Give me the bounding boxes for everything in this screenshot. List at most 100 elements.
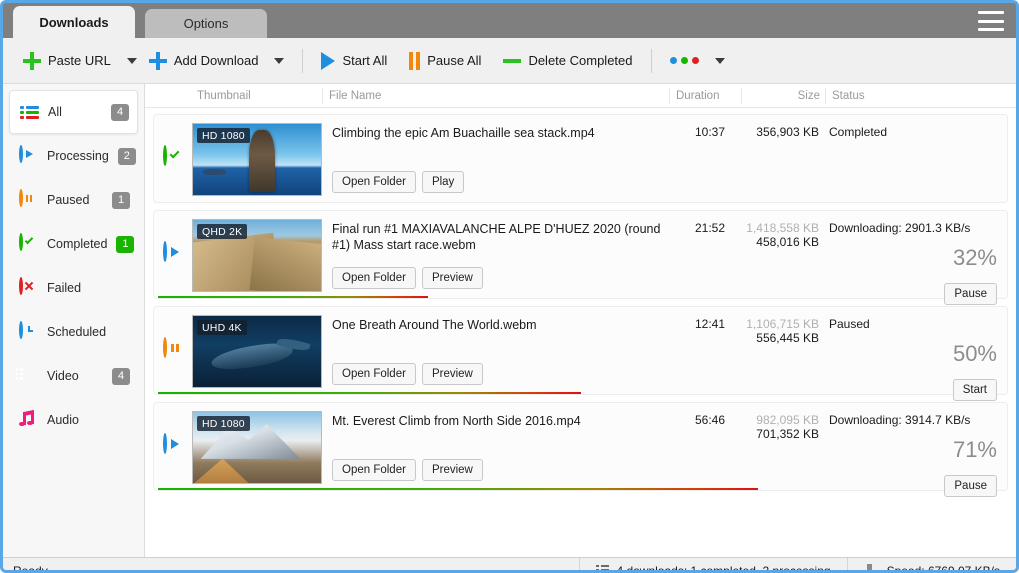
music-note-icon: [19, 409, 38, 430]
pause-all-button[interactable]: Pause All: [403, 48, 487, 74]
tab-downloads[interactable]: Downloads: [13, 6, 135, 38]
paste-url-label: Paste URL: [48, 53, 111, 68]
row-info: One Breath Around The World.webm Open Fo…: [322, 307, 663, 394]
table-row[interactable]: HD 1080 Mt. Everest Climb from North Sid…: [153, 402, 1008, 497]
tab-options[interactable]: Options: [145, 9, 267, 38]
sidebar-item-completed-label: Completed: [47, 237, 108, 251]
sidebar-item-completed-badge: 1: [116, 235, 135, 253]
status-text: Downloading: 3914.7 KB/s: [829, 413, 971, 427]
table-row[interactable]: HD 1080 Climbing the epic Am Buachaille …: [153, 114, 1008, 203]
column-header-duration[interactable]: Duration: [670, 87, 742, 104]
start-button[interactable]: Start: [952, 379, 997, 401]
preview-button[interactable]: Preview: [421, 363, 483, 385]
sidebar-item-audio[interactable]: Audio: [9, 398, 138, 442]
sidebar-item-paused-badge: 1: [112, 191, 130, 209]
preview-button[interactable]: Preview: [421, 459, 483, 481]
pause-circle-icon: [19, 188, 38, 210]
file-name: One Breath Around The World.webm: [332, 318, 537, 332]
hamburger-menu-icon[interactable]: [978, 11, 1004, 31]
quality-badge: QHD 2K: [197, 224, 248, 239]
row-info: Climbing the epic Am Buachaille sea stac…: [322, 115, 663, 202]
row-state-pause-circle-icon[interactable]: [163, 337, 185, 361]
status-cell: Completed: [821, 125, 1007, 202]
downloads-list: HD 1080 Climbing the epic Am Buachaille …: [145, 108, 1016, 557]
status-cell: Paused 50% Start: [821, 317, 1007, 401]
sidebar-item-failed[interactable]: Failed: [9, 266, 138, 310]
quality-badge: UHD 4K: [197, 320, 247, 335]
table-row[interactable]: UHD 4K One Breath Around The World.webm …: [153, 306, 1008, 401]
status-text: Paused: [829, 317, 870, 331]
toolbar-divider-2: [650, 48, 652, 73]
row-meta: 12:41 1,106,715 KB 556,445 KB Paused 50%…: [663, 307, 1007, 401]
preview-button[interactable]: Preview: [421, 267, 483, 289]
sidebar-item-all-badge: 4: [111, 103, 129, 121]
row-thumbnail[interactable]: HD 1080: [192, 411, 322, 484]
open-folder-button[interactable]: Open Folder: [332, 171, 416, 193]
sidebar-item-audio-label: Audio: [47, 413, 79, 427]
row-actions: Open Folder Play: [332, 171, 663, 193]
sidebar-item-paused[interactable]: Paused 1: [9, 178, 138, 222]
row-state-play-circle-icon[interactable]: [163, 433, 185, 457]
title-bar: Downloads Options: [3, 3, 1016, 38]
paste-url-button[interactable]: Paste URL: [17, 48, 117, 74]
delete-completed-label: Delete Completed: [528, 53, 633, 68]
more-options-button[interactable]: [664, 53, 705, 68]
pause-button[interactable]: Pause: [944, 283, 997, 305]
progress-percent: 32%: [952, 245, 997, 270]
play-button[interactable]: Play: [421, 171, 465, 193]
add-download-button[interactable]: Add Download: [143, 48, 265, 74]
row-thumbnail[interactable]: UHD 4K: [192, 315, 322, 388]
column-header-status[interactable]: Status: [826, 88, 1016, 104]
file-name: Final run #1 MAXIAVALANCHE ALPE D'HUEZ 2…: [332, 222, 661, 252]
delete-completed-button[interactable]: Delete Completed: [497, 49, 638, 72]
status-counts-cell: 4 downloads: 1 completed, 2 processing: [579, 558, 846, 570]
size-downloaded: 356,903 KB: [756, 125, 819, 139]
size-cell: 1,418,558 KB 458,016 KB: [725, 221, 821, 298]
sidebar-item-processing[interactable]: Processing 2: [9, 134, 138, 178]
list-icon: [20, 103, 39, 122]
sidebar-item-processing-label: Processing: [47, 149, 109, 163]
tab-downloads-label: Downloads: [39, 14, 109, 30]
more-options-chevron-down-icon[interactable]: [714, 57, 725, 64]
sidebar-item-video[interactable]: Video 4: [9, 354, 138, 398]
plus-icon: [23, 51, 41, 70]
row-state-play-circle-icon[interactable]: [163, 241, 185, 265]
column-header-size[interactable]: Size: [742, 87, 826, 104]
paste-url-dropdown-chevron-down-icon[interactable]: [126, 57, 137, 64]
file-name: Mt. Everest Climb from North Side 2016.m…: [332, 414, 581, 428]
column-header-thumbnail[interactable]: Thumbnail: [191, 87, 323, 104]
sidebar-item-failed-label: Failed: [47, 281, 82, 295]
sidebar: All 4 Processing 2 Paused 1 Completed 1 …: [3, 84, 145, 557]
sidebar-item-all[interactable]: All 4: [9, 90, 138, 134]
play-circle-icon: [19, 144, 38, 166]
open-folder-button[interactable]: Open Folder: [332, 363, 416, 385]
sidebar-item-scheduled[interactable]: Scheduled: [9, 310, 138, 354]
size-cell: 356,903 KB: [725, 125, 821, 202]
add-download-dropdown-chevron-down-icon[interactable]: [274, 57, 285, 64]
row-meta: 10:37 356,903 KB Completed: [663, 115, 1007, 202]
size-total: 1,106,715 KB: [746, 317, 819, 331]
duration-value: 21:52: [694, 221, 725, 235]
size-total: 1,418,558 KB: [746, 221, 819, 235]
file-name: Climbing the epic Am Buachaille sea stac…: [332, 126, 595, 140]
progress-fill: [158, 392, 581, 394]
column-header-file-name[interactable]: File Name: [323, 87, 670, 104]
pause-button[interactable]: Pause: [944, 475, 997, 497]
dash-icon: [503, 58, 522, 63]
size-downloaded: 701,352 KB: [756, 427, 819, 441]
status-speed-cell: Speed: 6769.07 KB/s: [846, 558, 1016, 570]
row-thumbnail[interactable]: QHD 2K: [192, 219, 322, 292]
row-actions: Open Folder Preview: [332, 363, 663, 385]
app-body: All 4 Processing 2 Paused 1 Completed 1 …: [3, 84, 1016, 557]
sidebar-item-all-label: All: [48, 105, 62, 119]
sidebar-item-completed[interactable]: Completed 1: [9, 222, 138, 266]
table-row[interactable]: QHD 2K Final run #1 MAXIAVALANCHE ALPE D…: [153, 210, 1008, 305]
start-all-button[interactable]: Start All: [315, 48, 393, 74]
duration-value: 10:37: [694, 125, 725, 139]
open-folder-button[interactable]: Open Folder: [332, 267, 416, 289]
progress-fill: [158, 296, 429, 298]
row-meta: 56:46 982,095 KB 701,352 KB Downloading:…: [663, 403, 1007, 497]
size-cell: 1,106,715 KB 556,445 KB: [725, 317, 821, 394]
open-folder-button[interactable]: Open Folder: [332, 459, 416, 481]
row-thumbnail[interactable]: HD 1080: [192, 123, 322, 196]
